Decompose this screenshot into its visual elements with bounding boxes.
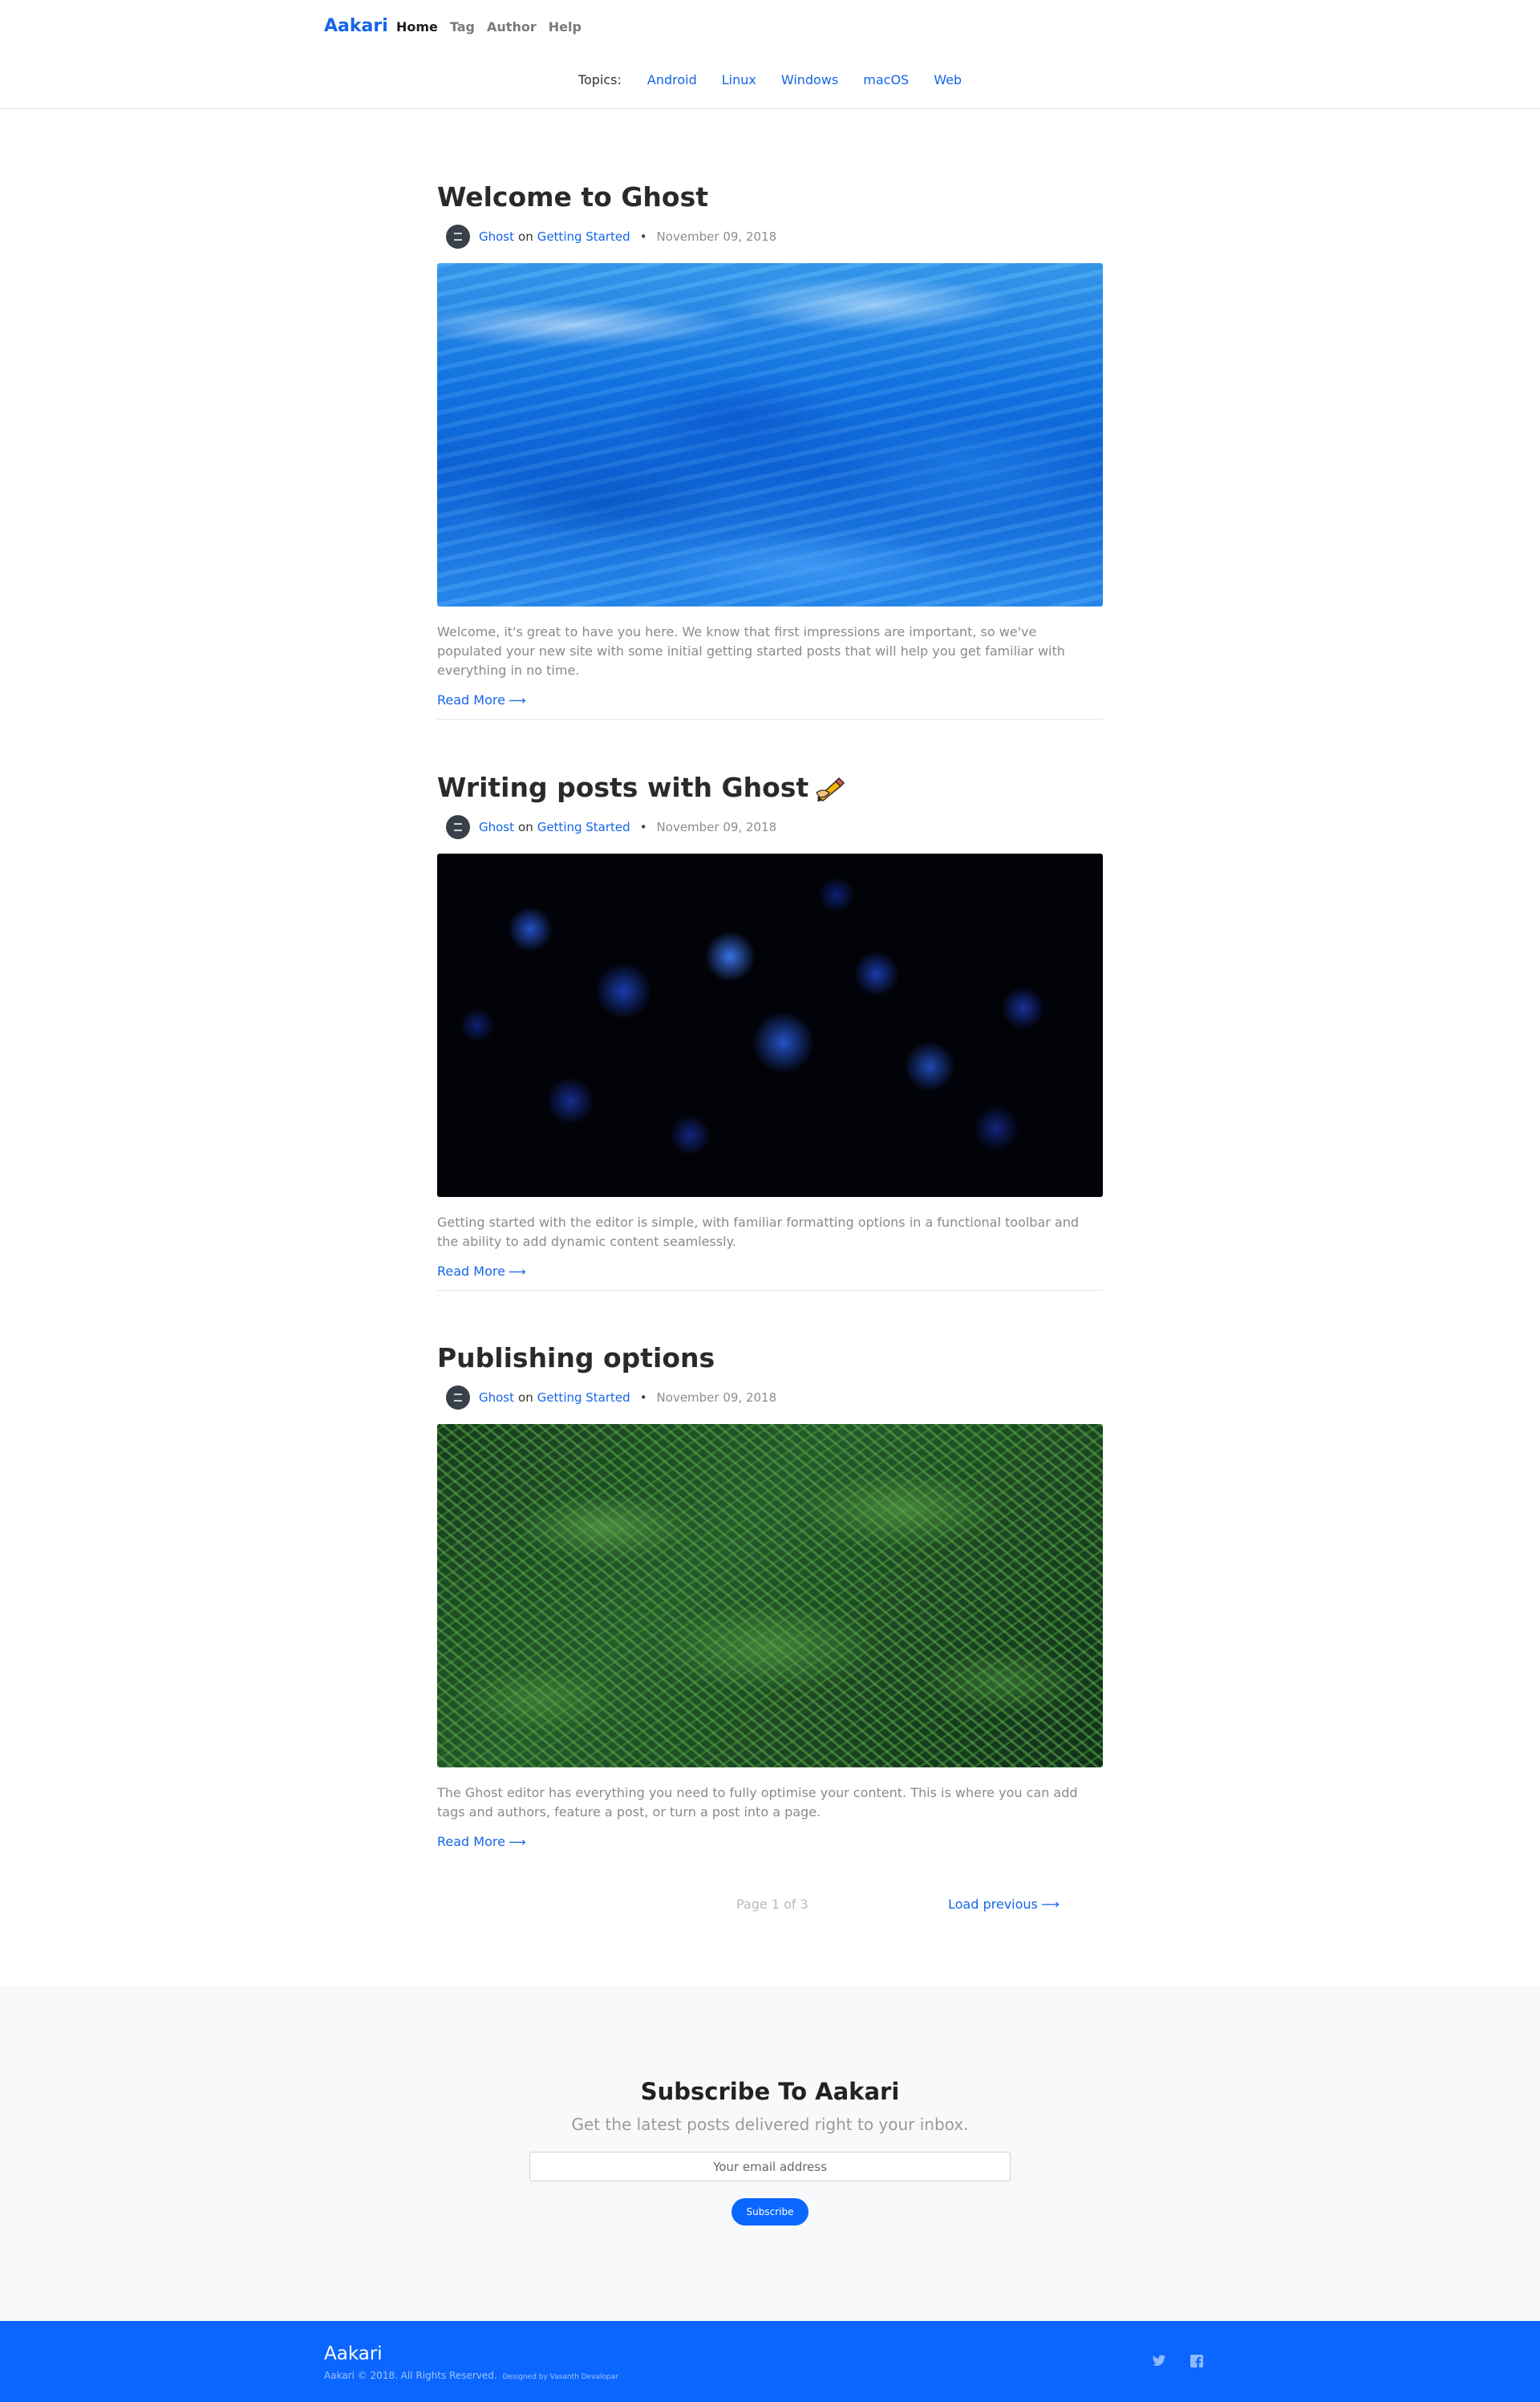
load-previous-link[interactable]: Load previous ⟶ — [948, 1897, 1060, 1912]
post-meta: Ghost on Getting Started • November 09, … — [446, 225, 1103, 249]
read-more-link[interactable]: Read More ⟶ — [437, 1834, 525, 1849]
nav-item-tag[interactable]: Tag — [450, 19, 475, 34]
post-excerpt: The Ghost editor has everything you need… — [437, 1785, 1078, 1820]
post-date: November 09, 2018 — [656, 1390, 777, 1405]
meta-separator: • — [639, 229, 647, 244]
twitter-icon[interactable] — [1152, 2355, 1166, 2368]
topic-linux[interactable]: Linux — [722, 72, 756, 87]
feature-image-water[interactable] — [437, 263, 1103, 607]
subscribe-section: Subscribe To Aakari Get the latest posts… — [0, 1986, 1540, 2321]
post-date: November 09, 2018 — [656, 229, 777, 244]
author-link[interactable]: Ghost — [479, 229, 514, 244]
read-more-link[interactable]: Read More ⟶ — [437, 692, 525, 708]
post-title-text[interactable]: Writing posts with Ghost — [437, 770, 808, 805]
arrow-right-icon: ⟶ — [508, 1264, 526, 1279]
nav-item-home[interactable]: Home — [396, 19, 438, 34]
tag-link[interactable]: Getting Started — [537, 820, 630, 834]
arrow-right-icon: ⟶ — [1040, 1897, 1060, 1912]
subscribe-description: Get the latest posts delivered right to … — [571, 2115, 969, 2134]
copyright-text: Aakari © 2018. All Rights Reserved. — [324, 2370, 497, 2381]
feature-image-leaves[interactable] — [437, 854, 1103, 1197]
post-card: Welcome to Ghost Ghost on Getting Starte… — [437, 180, 1103, 720]
email-input[interactable] — [529, 2152, 1011, 2181]
meta-on-text: on — [518, 1390, 533, 1405]
nav-item-help[interactable]: Help — [549, 19, 582, 34]
author-link[interactable]: Ghost — [479, 1390, 514, 1405]
footer-brand[interactable]: Aakari — [324, 2343, 383, 2364]
post-title-text[interactable]: Welcome to Ghost — [437, 180, 708, 215]
topic-macos[interactable]: macOS — [863, 72, 909, 87]
post-title[interactable]: Publishing options — [437, 1341, 1103, 1376]
post-card: Writing posts with Ghost Ghost on Gettin… — [437, 770, 1103, 1291]
meta-on-text: on — [518, 820, 533, 834]
author-avatar[interactable] — [446, 1386, 470, 1410]
meta-separator: • — [639, 1390, 647, 1405]
topics-bar: Topics: Android Linux Windows macOS Web — [0, 72, 1540, 87]
post-card: Publishing options Ghost on Getting Star… — [437, 1341, 1103, 1849]
post-excerpt: Welcome, it's great to have you here. We… — [437, 624, 1065, 678]
read-more-label: Read More — [437, 1834, 505, 1849]
load-previous-label: Load previous — [948, 1897, 1038, 1912]
facebook-icon[interactable] — [1190, 2355, 1203, 2368]
tag-link[interactable]: Getting Started — [537, 229, 630, 244]
header-divider — [0, 108, 1540, 109]
arrow-right-icon: ⟶ — [508, 1834, 526, 1849]
footer-copyright: Aakari © 2018. All Rights Reserved. Desi… — [324, 2370, 618, 2381]
designer-credit: Designed by Vasanth Devalopar — [502, 2373, 618, 2381]
page-indicator: Page 1 of 3 — [736, 1897, 808, 1912]
feature-image-fern[interactable] — [437, 1424, 1103, 1767]
author-avatar[interactable] — [446, 815, 470, 839]
post-title[interactable]: Welcome to Ghost — [437, 180, 1103, 215]
subscribe-title: Subscribe To Aakari — [640, 2078, 900, 2105]
post-title-text[interactable]: Publishing options — [437, 1341, 715, 1376]
author-link[interactable]: Ghost — [479, 820, 514, 834]
read-more-link[interactable]: Read More ⟶ — [437, 1264, 525, 1279]
subscribe-button[interactable]: Subscribe — [732, 2198, 808, 2226]
topic-android[interactable]: Android — [647, 72, 697, 87]
site-footer: Aakari Aakari © 2018. All Rights Reserve… — [0, 2321, 1540, 2402]
post-excerpt: Getting started with the editor is simpl… — [437, 1215, 1080, 1249]
post-date: November 09, 2018 — [656, 820, 777, 834]
post-divider — [437, 1290, 1103, 1291]
meta-on-text: on — [518, 229, 533, 244]
main-nav: Home Tag Author Help — [396, 19, 582, 34]
brand-logo[interactable]: Aakari — [324, 16, 388, 36]
author-avatar[interactable] — [446, 225, 470, 249]
post-title[interactable]: Writing posts with Ghost — [437, 770, 1103, 805]
meta-separator: • — [639, 820, 647, 834]
post-divider — [437, 719, 1103, 720]
topic-web[interactable]: Web — [934, 72, 962, 87]
arrow-right-icon: ⟶ — [508, 692, 526, 708]
topic-windows[interactable]: Windows — [781, 72, 838, 87]
topics-label: Topics: — [578, 72, 622, 87]
post-meta: Ghost on Getting Started • November 09, … — [446, 815, 1103, 839]
read-more-label: Read More — [437, 692, 505, 708]
read-more-label: Read More — [437, 1264, 505, 1279]
top-navigation: Aakari Home Tag Author Help — [0, 0, 1540, 58]
writing-hand-icon — [816, 777, 845, 801]
nav-item-author[interactable]: Author — [487, 19, 537, 34]
post-meta: Ghost on Getting Started • November 09, … — [446, 1386, 1103, 1410]
tag-link[interactable]: Getting Started — [537, 1390, 630, 1405]
